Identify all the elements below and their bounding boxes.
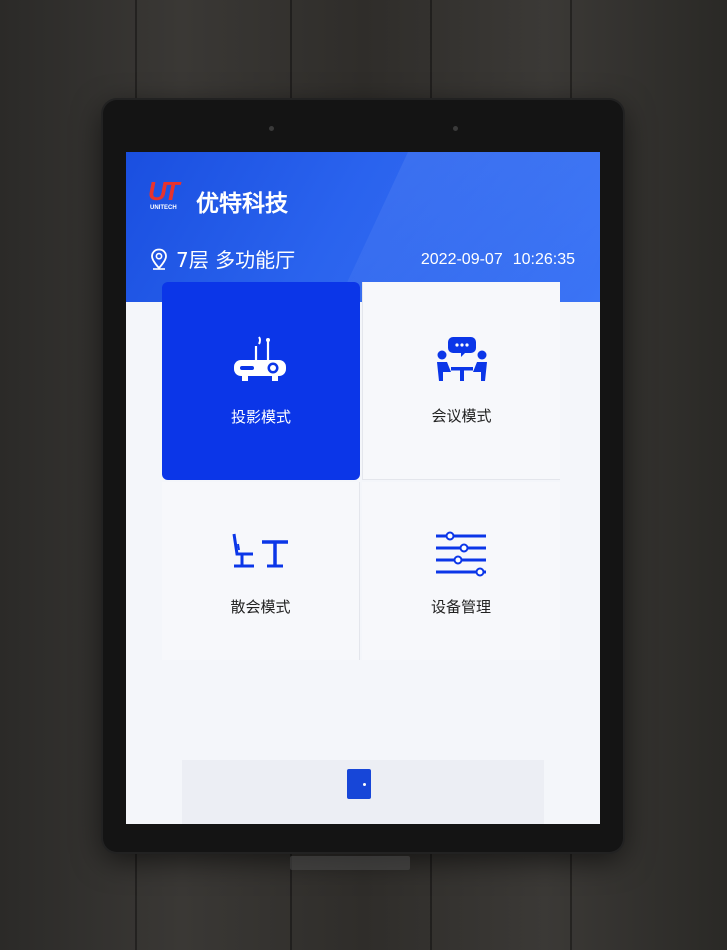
room-location: 7层 多功能厅 xyxy=(150,244,295,273)
meeting-icon xyxy=(436,337,487,381)
dismiss-mode-button[interactable]: 散会模式 xyxy=(162,482,360,660)
datetime: 2022-09-07 10:26:35 xyxy=(421,251,575,269)
projection-mode-button[interactable]: 投影模式 xyxy=(162,282,360,480)
location-label: 7层 多功能厅 xyxy=(176,248,296,272)
projector-icon xyxy=(234,335,286,381)
meeting-mode-button[interactable]: 会议模式 xyxy=(362,282,560,480)
location-pin-icon xyxy=(151,248,167,270)
meeting-mode-label: 会议模式 xyxy=(431,407,492,425)
device-management-label: 设备管理 xyxy=(430,597,491,616)
tablet-screen: UT UNITECH 优特科技 7层 多功能厅 2022-09-07 10:26:… xyxy=(126,152,600,824)
logo-subtitle: UNITECH xyxy=(150,205,177,211)
brand-name: 优特科技 xyxy=(196,191,288,217)
logo-letters: UT xyxy=(148,176,180,206)
dismiss-mode-label: 散会模式 xyxy=(230,597,291,616)
device-management-button[interactable]: 设备管理 xyxy=(362,482,560,660)
mode-grid: 投影模式 会议模式 散会模式 设备管理 xyxy=(162,282,572,660)
door-exit-icon[interactable] xyxy=(347,769,371,799)
device-settings-icon xyxy=(436,531,486,576)
brand-logo: UT UNITECH 优特科技 xyxy=(148,178,288,218)
date-label: 2022-09-07 xyxy=(420,251,503,268)
logo-mark: UT UNITECH xyxy=(148,178,188,214)
sensor-dot xyxy=(453,126,458,131)
sensor-dot xyxy=(269,126,274,131)
dismiss-meeting-icon xyxy=(232,533,288,567)
device-stand-label xyxy=(290,856,410,870)
time-label: 10:26:35 xyxy=(512,251,575,268)
projection-mode-label: 投影模式 xyxy=(230,407,291,426)
header: UT UNITECH 优特科技 7层 多功能厅 2022-09-07 10:26:… xyxy=(126,152,600,302)
